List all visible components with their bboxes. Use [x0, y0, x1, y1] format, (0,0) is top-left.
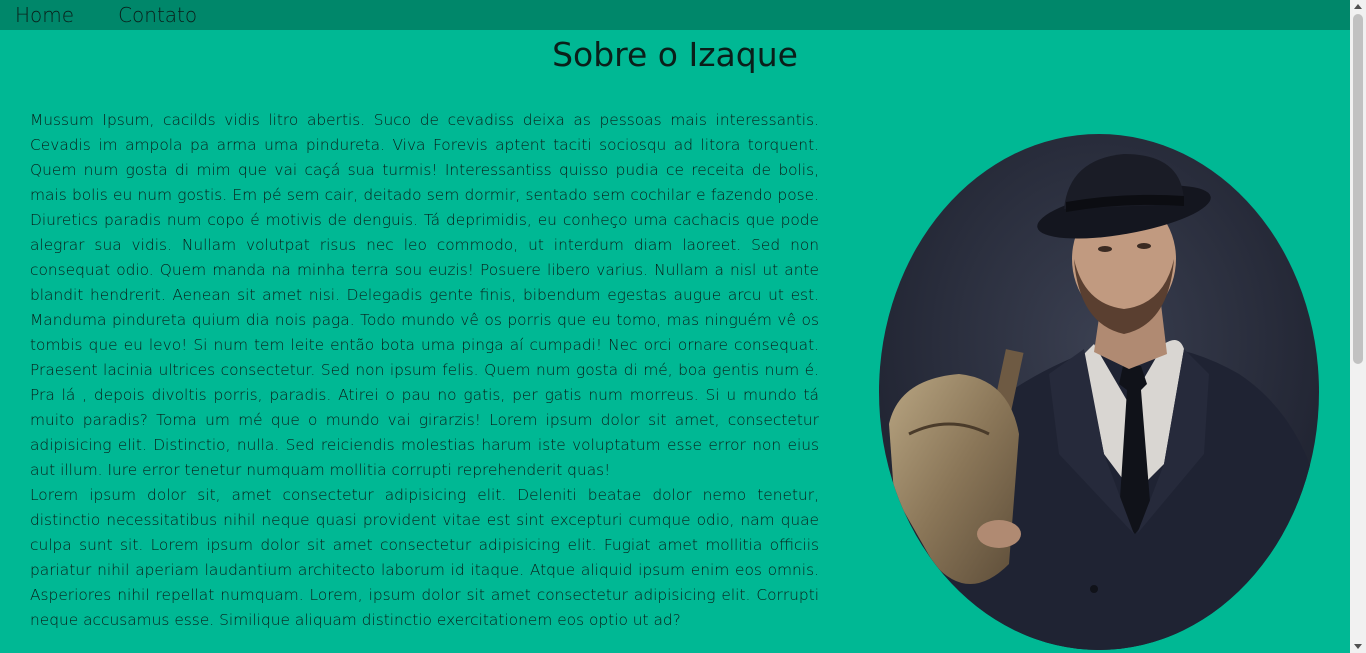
top-navigation: Home Contato [0, 0, 1350, 30]
article-paragraph-2: Lorem ipsum dolor sit, amet consectetur … [30, 486, 819, 629]
profile-portrait [879, 134, 1319, 650]
about-article: Mussum Ipsum, cacilds vidis litro aberti… [30, 108, 819, 633]
page-title: Sobre o Izaque [552, 35, 798, 74]
article-paragraph-1: Mussum Ipsum, cacilds vidis litro aberti… [30, 111, 819, 479]
scroll-thumb[interactable] [1353, 14, 1363, 364]
scroll-up-arrow-icon[interactable] [1354, 4, 1362, 9]
vertical-scrollbar[interactable] [1350, 0, 1366, 653]
nav-link-contact[interactable]: Contato [118, 0, 197, 30]
portrait-illustration [879, 134, 1319, 650]
page: Home Contato Sobre o Izaque Mussum Ipsum… [0, 0, 1350, 653]
nav-link-home[interactable]: Home [15, 0, 74, 30]
scroll-down-arrow-icon[interactable] [1354, 644, 1362, 649]
